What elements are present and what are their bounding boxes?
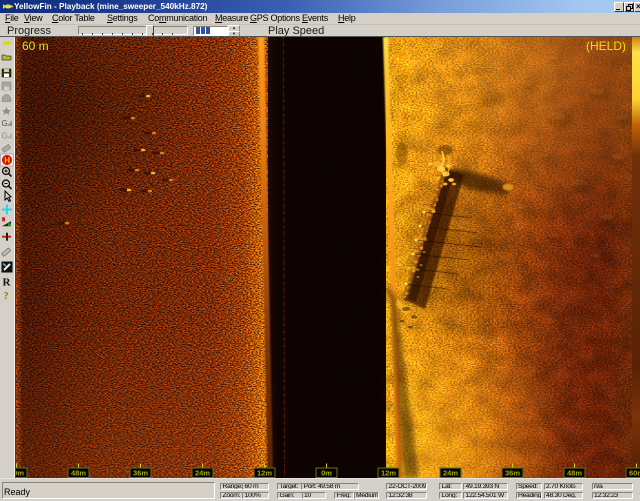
svg-text:48m: 48m bbox=[567, 469, 582, 478]
svg-text:24m: 24m bbox=[443, 469, 458, 478]
svg-text:0m: 0m bbox=[321, 469, 332, 478]
svg-text:36m: 36m bbox=[505, 469, 520, 478]
svg-text:H: H bbox=[4, 156, 10, 165]
svg-text:G: G bbox=[2, 132, 8, 141]
svg-text:60m: 60m bbox=[16, 469, 24, 478]
svg-text:60m: 60m bbox=[629, 469, 640, 478]
svg-text:R: R bbox=[3, 276, 12, 288]
svg-text:G: G bbox=[2, 119, 8, 128]
svg-text:12m: 12m bbox=[381, 469, 396, 478]
svg-text:60 m: 60 m bbox=[22, 39, 49, 53]
svg-text:36m: 36m bbox=[133, 469, 148, 478]
svg-text:48m: 48m bbox=[71, 469, 86, 478]
svg-text:(HELD): (HELD) bbox=[586, 39, 626, 53]
svg-text:?: ? bbox=[4, 291, 9, 302]
svg-text:24m: 24m bbox=[195, 469, 210, 478]
svg-text:12m: 12m bbox=[257, 469, 272, 478]
